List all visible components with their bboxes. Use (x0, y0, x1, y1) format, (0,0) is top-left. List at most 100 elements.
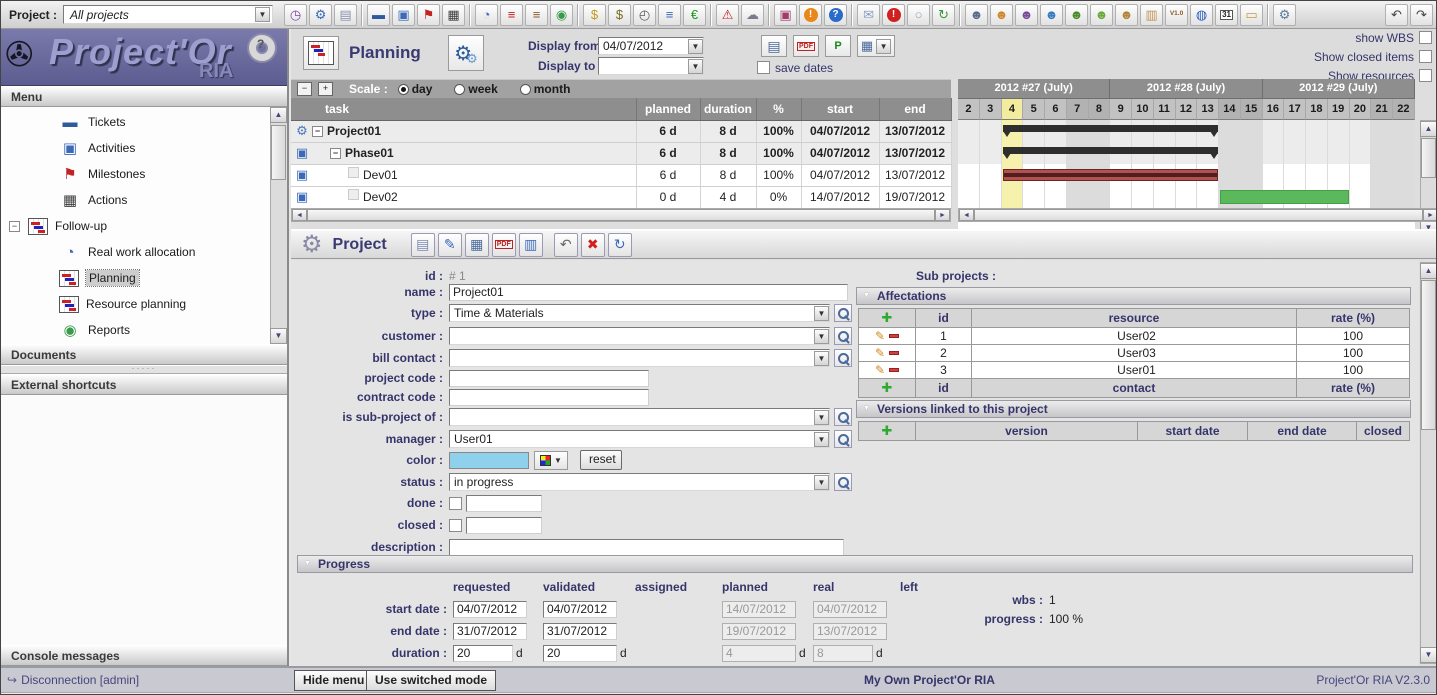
resource-planning-button[interactable]: ≡ (525, 4, 548, 26)
checklist-button[interactable]: ≡ (658, 4, 681, 26)
user-green-button[interactable]: ☻ (1065, 4, 1088, 26)
done-checkbox[interactable] (449, 497, 462, 510)
ticket-button[interactable]: ▬ (367, 4, 390, 26)
hide-menu-button[interactable]: Hide menu (294, 670, 373, 691)
meeting-button[interactable]: ▣ (774, 4, 797, 26)
chevron-down-icon[interactable]: ▼ (814, 351, 829, 366)
issue-button[interactable]: ☁ (741, 4, 764, 26)
gantt-col-planned[interactable]: planned (636, 98, 700, 120)
collapse-toggle-icon[interactable]: − (330, 148, 341, 159)
toggle-checkbox[interactable] (1419, 50, 1432, 63)
scroll-up-icon[interactable]: ▲ (270, 107, 287, 123)
important-button[interactable]: ! (882, 4, 905, 26)
sidebar-item-activities[interactable]: ▣Activities (1, 135, 269, 161)
gantt-col-[interactable]: % (756, 98, 801, 120)
display-to-select[interactable]: ▼ (598, 57, 704, 75)
real-work-button[interactable]: ◔ (475, 4, 498, 26)
time-globe-button[interactable]: ◴ (633, 4, 656, 26)
manager-select[interactable]: User01▼ (449, 430, 830, 448)
gantt-col-end[interactable]: end (879, 98, 951, 120)
chevron-down-icon[interactable]: ▼ (814, 410, 829, 425)
help-button[interactable]: ? (824, 4, 847, 26)
menu-scrollbar[interactable]: ▲ ▼ (270, 107, 287, 344)
delete-button[interactable]: ✖ (581, 233, 605, 257)
euro-button[interactable]: € (683, 4, 706, 26)
color-swatch[interactable] (449, 452, 529, 469)
remove-icon[interactable] (889, 351, 899, 355)
gantt-bar-summary[interactable] (1003, 147, 1219, 154)
add-icon[interactable]: ✚ (882, 310, 893, 325)
scroll-thumb[interactable] (1421, 280, 1436, 430)
description-input[interactable] (449, 539, 844, 556)
clapperboard-button[interactable]: ▦ (442, 4, 465, 26)
gantt-col-duration[interactable]: duration (700, 98, 756, 120)
print-button[interactable]: ▤ (761, 35, 787, 57)
chevron-down-icon[interactable]: ▼ (814, 432, 829, 447)
display-from-select[interactable]: 04/07/2012 ▼ (598, 37, 704, 55)
gantt-hscrollbar-left[interactable]: ◄ ► (291, 208, 951, 222)
progress-input[interactable]: 04/07/2012 (453, 601, 527, 618)
sidebar-item-item[interactable]: ▼ (1, 343, 269, 344)
pdf-button[interactable]: PDF (492, 233, 516, 257)
gantt-hscrollbar-right[interactable]: ◄ ► (958, 208, 1437, 222)
contract-code-input[interactable] (449, 389, 649, 406)
collapse-toggle-icon[interactable]: − (312, 126, 323, 137)
subproject-select[interactable]: ▼ (449, 408, 830, 426)
undo-button[interactable]: ↶ (1385, 4, 1408, 26)
user-button[interactable]: ☻ (990, 4, 1013, 26)
refresh-button[interactable]: ↻ (608, 233, 632, 257)
globe-button[interactable]: ◍ (1190, 4, 1213, 26)
external-shortcuts-header[interactable]: External shortcuts (1, 374, 287, 395)
scroll-down-icon[interactable]: ▼ (1420, 647, 1437, 663)
gantt-bar-done[interactable] (1003, 169, 1219, 181)
disconnection-link[interactable]: ↪Disconnection [admin] (7, 673, 139, 687)
project-code-input[interactable] (449, 370, 649, 387)
refresh-green-button[interactable]: ↻ (932, 4, 955, 26)
sidebar-item-follow-up[interactable]: −Follow-up (1, 213, 269, 239)
scroll-down-icon[interactable]: ▼ (270, 328, 287, 344)
scroll-up-icon[interactable]: ▲ (1420, 121, 1437, 137)
scroll-right-icon[interactable]: ► (935, 209, 950, 221)
gantt-task-row[interactable]: ▣Dev016 d8 d100%04/07/201213/07/2012 (291, 164, 951, 186)
remove-icon[interactable] (889, 334, 899, 338)
progress-input[interactable]: 04/07/2012 (543, 601, 617, 618)
search-icon[interactable] (834, 349, 852, 367)
user-lightgreen-button[interactable]: ☻ (1090, 4, 1113, 26)
type-select[interactable]: Time & Materials▼ (449, 304, 830, 322)
progress-section-header[interactable]: Progress (297, 555, 1413, 573)
gantt-task-row[interactable]: ▣−Phase016 d8 d100%04/07/201213/07/2012 (291, 142, 951, 164)
chevron-down-icon[interactable]: ▼ (814, 475, 829, 490)
sidebar-splitter[interactable]: ····· (1, 365, 287, 374)
sidebar-item-actions[interactable]: ▦Actions (1, 187, 269, 213)
switch-mode-button[interactable]: Use switched mode (366, 670, 496, 691)
sidebar-item-planning[interactable]: Planning (1, 265, 269, 291)
status-select[interactable]: in progress▼ (449, 473, 830, 491)
save-dates-checkbox[interactable] (757, 61, 770, 74)
users-pair-button[interactable]: ☻ (1040, 4, 1063, 26)
documents-section-header[interactable]: Documents (1, 344, 287, 365)
scale-radio-week[interactable] (454, 84, 465, 95)
resource-cost-button[interactable]: $ (608, 4, 631, 26)
add-icon[interactable]: ✚ (882, 423, 893, 438)
team-button[interactable]: ☻ (1115, 4, 1138, 26)
computer-button[interactable]: ▣ (392, 4, 415, 26)
chevron-down-icon[interactable]: ▼ (814, 306, 829, 321)
scroll-left-icon[interactable]: ◄ (959, 209, 974, 221)
progress-input[interactable]: 31/07/2012 (453, 623, 527, 640)
edit-icon[interactable]: ✎ (875, 346, 885, 360)
expense-button[interactable]: $ (583, 4, 606, 26)
search-icon[interactable] (834, 327, 852, 345)
package-button[interactable]: ▥ (1140, 4, 1163, 26)
search-icon[interactable] (834, 430, 852, 448)
chevron-down-icon[interactable]: ▼ (688, 39, 703, 54)
user-crown-button[interactable]: ☻ (1015, 4, 1038, 26)
done-date-input[interactable] (466, 495, 542, 512)
export-planning-button[interactable]: ▦▼ (857, 35, 895, 57)
redo-button[interactable]: ↷ (1410, 4, 1433, 26)
progress-input[interactable]: 31/07/2012 (543, 623, 617, 640)
planning-button[interactable]: ≡ (500, 4, 523, 26)
risk-button[interactable]: ⚠ (716, 4, 739, 26)
scroll-thumb[interactable] (1421, 138, 1436, 178)
closed-checkbox[interactable] (449, 519, 462, 532)
reset-button[interactable]: reset (580, 450, 622, 470)
